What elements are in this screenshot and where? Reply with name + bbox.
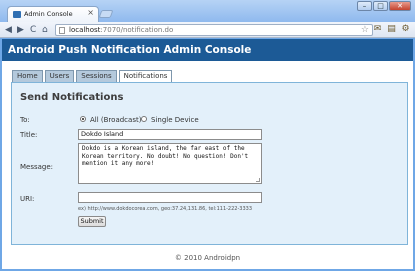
- title-input[interactable]: Dokdo Island: [78, 129, 262, 140]
- title-input-value: Dokdo Island: [81, 130, 124, 138]
- message-label: Message:: [20, 163, 54, 171]
- favicon-icon: [13, 11, 21, 18]
- tab-sessions[interactable]: Sessions: [76, 70, 117, 82]
- back-icon[interactable]: ◀: [5, 24, 12, 36]
- close-window-button[interactable]: ✕: [389, 1, 411, 11]
- title-label: Title:: [20, 131, 38, 139]
- submit-button[interactable]: Submit: [78, 216, 106, 227]
- url-text: localhost:7070/notification.do: [69, 26, 174, 34]
- to-label: To:: [20, 116, 30, 124]
- page-viewport: Android Push Notification Admin Console …: [2, 39, 413, 269]
- browser-tab[interactable]: Admin Console ×: [7, 6, 99, 22]
- single-device-radio[interactable]: [141, 116, 147, 122]
- page-menu-icon[interactable]: ▤: [386, 24, 397, 35]
- home-icon[interactable]: ⌂: [42, 24, 48, 36]
- window-controls: – □ ✕: [356, 1, 411, 11]
- toolbar-extensions: ✉ ▤ ⚙: [372, 24, 411, 35]
- address-bar[interactable]: localhost:7070/notification.do ☆: [55, 24, 373, 36]
- broadcast-radio[interactable]: [80, 116, 86, 122]
- reload-icon[interactable]: C: [30, 24, 36, 36]
- resize-handle[interactable]: [256, 178, 260, 182]
- notification-panel: Send Notifications To: All (Broadcast) S…: [11, 82, 408, 245]
- uri-input[interactable]: [78, 192, 262, 203]
- message-textarea[interactable]: Dokdo is a Korean island, the far east o…: [78, 143, 262, 184]
- message-text: Dokdo is a Korean island, the far east o…: [82, 145, 249, 167]
- single-device-radio-label: Single Device: [151, 116, 199, 124]
- forward-icon[interactable]: ▶: [17, 24, 24, 36]
- browser-toolbar: ◀ ▶ C ⌂ localhost:7070/notification.do ☆…: [0, 22, 415, 38]
- window-titlebar: Admin Console × – □ ✕: [0, 0, 415, 22]
- new-tab-button[interactable]: [98, 10, 114, 18]
- extension-icon[interactable]: ✉: [372, 24, 383, 35]
- bookmark-star-icon[interactable]: ☆: [361, 25, 369, 35]
- uri-hint: ex) http://www.dokdocorea.com, geo:37.24…: [78, 206, 253, 212]
- app-title: Android Push Notification Admin Console: [8, 44, 252, 56]
- page-icon: [59, 27, 65, 34]
- uri-input-value: [79, 193, 81, 201]
- tab-home[interactable]: Home: [12, 70, 43, 82]
- panel-heading: Send Notifications: [20, 92, 124, 103]
- footer-copyright: © 2010 Androidpn: [174, 254, 241, 262]
- minimize-button[interactable]: –: [357, 1, 372, 11]
- tab-users[interactable]: Users: [44, 70, 75, 82]
- maximize-button[interactable]: □: [373, 1, 388, 11]
- wrench-icon[interactable]: ⚙: [400, 24, 411, 35]
- tab-close-icon[interactable]: ×: [87, 8, 94, 17]
- uri-label: URI:: [20, 195, 35, 203]
- broadcast-radio-label: All (Broadcast): [90, 116, 142, 124]
- app-header: Android Push Notification Admin Console: [2, 39, 413, 61]
- tab-title: Admin Console: [24, 10, 73, 18]
